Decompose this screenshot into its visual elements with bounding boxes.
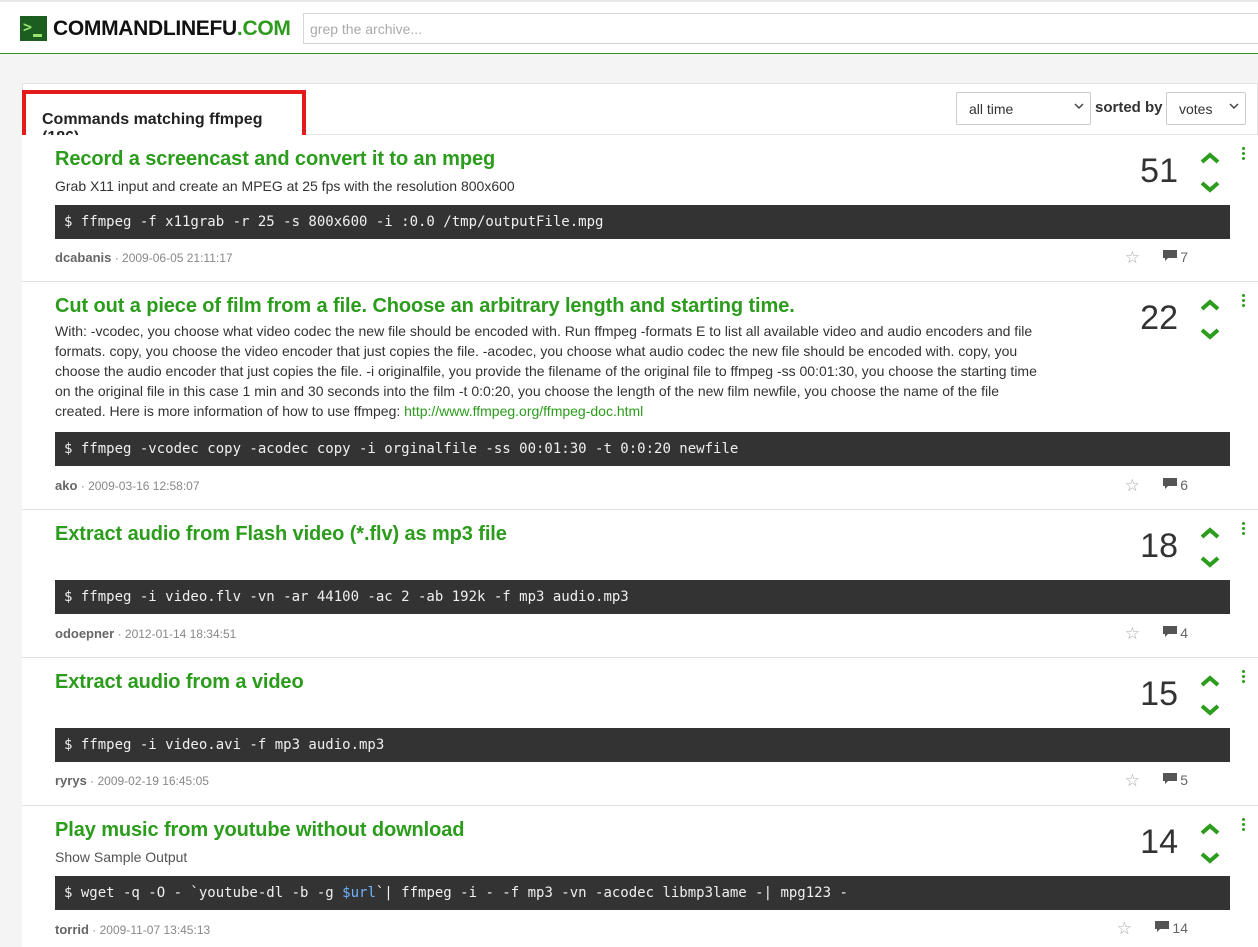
command-text: $ wget -q -O - `youtube-dl -b -g bbox=[64, 885, 343, 901]
entry-meta: ryrys · 2009-02-19 16:45:05 bbox=[55, 773, 209, 788]
command-entry: Play music from youtube without download… bbox=[22, 806, 1258, 947]
command-entry: Cut out a piece of film from a file. Cho… bbox=[22, 282, 1258, 510]
author-link[interactable]: dcabanis bbox=[55, 250, 111, 265]
star-icon[interactable]: ☆ bbox=[1125, 771, 1140, 791]
more-menu-icon[interactable] bbox=[1242, 147, 1246, 161]
time-filter-value: all time bbox=[969, 101, 1014, 117]
upvote-icon[interactable] bbox=[1199, 822, 1221, 836]
comment-icon bbox=[1162, 625, 1178, 641]
entry-date: · 2009-11-07 13:45:13 bbox=[92, 923, 211, 937]
star-icon[interactable]: ☆ bbox=[1125, 476, 1140, 496]
downvote-icon[interactable] bbox=[1199, 851, 1221, 865]
downvote-icon[interactable] bbox=[1199, 703, 1221, 717]
command-code[interactable]: $ ffmpeg -vcodec copy -acodec copy -i or… bbox=[55, 432, 1230, 466]
command-code[interactable]: $ wget -q -O - `youtube-dl -b -g $url`| … bbox=[55, 876, 1230, 910]
comment-icon bbox=[1154, 920, 1170, 936]
command-variable: $url bbox=[342, 885, 376, 901]
comment-count: 14 bbox=[1172, 920, 1188, 936]
vote-count: 18 bbox=[1140, 527, 1178, 565]
comment-icon bbox=[1162, 249, 1178, 265]
more-menu-icon[interactable] bbox=[1242, 294, 1246, 308]
entry-date: · 2009-06-05 21:11:17 bbox=[114, 251, 233, 265]
sort-select[interactable]: votes bbox=[1166, 92, 1246, 125]
star-icon[interactable]: ☆ bbox=[1125, 248, 1140, 268]
comment-count: 7 bbox=[1180, 249, 1188, 265]
more-menu-icon[interactable] bbox=[1242, 670, 1246, 684]
entry-title[interactable]: Play music from youtube without download bbox=[55, 819, 464, 842]
comment-count: 6 bbox=[1180, 477, 1188, 493]
sort-value: votes bbox=[1179, 101, 1213, 117]
entry-title[interactable]: Extract audio from Flash video (*.flv) a… bbox=[55, 523, 507, 546]
author-link[interactable]: ako bbox=[55, 478, 77, 493]
results-header: Commands matching ffmpeg (186) all time … bbox=[22, 84, 1257, 146]
comments-link[interactable]: 6 bbox=[1162, 477, 1188, 493]
entry-meta: ako · 2009-03-16 12:58:07 bbox=[55, 478, 200, 493]
command-entry: Extract audio from a video $ ffmpeg -i v… bbox=[22, 658, 1258, 806]
ffmpeg-doc-link[interactable]: http://www.ffmpeg.org/ffmpeg-doc.html bbox=[404, 403, 643, 419]
downvote-icon[interactable] bbox=[1199, 180, 1221, 194]
entry-title[interactable]: Record a screencast and convert it to an… bbox=[55, 148, 495, 171]
command-code[interactable]: $ ffmpeg -i video.avi -f mp3 audio.mp3 bbox=[55, 728, 1230, 762]
author-link[interactable]: ryrys bbox=[55, 773, 87, 788]
comment-icon bbox=[1162, 772, 1178, 788]
site-logo[interactable]: COMMANDLINEFU.COM bbox=[53, 17, 291, 41]
vote-count: 14 bbox=[1140, 823, 1178, 861]
command-code[interactable]: $ ffmpeg -i video.flv -vn -ar 44100 -ac … bbox=[55, 580, 1230, 614]
command-entry: Extract audio from Flash video (*.flv) a… bbox=[22, 510, 1258, 658]
upvote-icon[interactable] bbox=[1199, 151, 1221, 165]
entry-description: Grab X11 input and create an MPEG at 25 … bbox=[55, 178, 515, 194]
search-input[interactable] bbox=[303, 13, 1258, 44]
vote-count: 51 bbox=[1140, 152, 1178, 190]
star-icon[interactable]: ☆ bbox=[1125, 624, 1140, 644]
terminal-logo-icon[interactable]: > bbox=[20, 16, 47, 41]
more-menu-icon[interactable] bbox=[1242, 818, 1246, 832]
entry-meta: odoepner · 2012-01-14 18:34:51 bbox=[55, 626, 236, 641]
entry-date: · 2012-01-14 18:34:51 bbox=[117, 627, 237, 641]
more-menu-icon[interactable] bbox=[1242, 522, 1246, 536]
entry-date: · 2009-02-19 16:45:05 bbox=[90, 774, 209, 788]
comments-link[interactable]: 14 bbox=[1154, 920, 1188, 936]
time-filter-select[interactable]: all time bbox=[956, 92, 1091, 125]
entry-meta: dcabanis · 2009-06-05 21:11:17 bbox=[55, 250, 233, 265]
vote-count: 22 bbox=[1140, 299, 1178, 337]
top-bar: > COMMANDLINEFU.COM bbox=[0, 0, 1258, 54]
author-link[interactable]: odoepner bbox=[55, 626, 114, 641]
entry-date: · 2009-03-16 12:58:07 bbox=[80, 479, 200, 493]
command-text: `| ffmpeg -i - -f mp3 -vn -acodec libmp3… bbox=[375, 885, 848, 901]
chevron-down-icon bbox=[1074, 100, 1084, 114]
entry-meta: torrid · 2009-11-07 13:45:13 bbox=[55, 922, 210, 937]
star-icon[interactable]: ☆ bbox=[1117, 919, 1132, 939]
comment-icon bbox=[1162, 477, 1178, 493]
comments-link[interactable]: 7 bbox=[1162, 249, 1188, 265]
author-link[interactable]: torrid bbox=[55, 922, 89, 937]
command-entry: Record a screencast and convert it to an… bbox=[22, 135, 1258, 282]
show-sample-output-link[interactable]: Show Sample Output bbox=[55, 847, 1045, 867]
entry-description: With: -vcodec, you choose what video cod… bbox=[55, 321, 1045, 421]
comments-link[interactable]: 4 bbox=[1162, 625, 1188, 641]
entry-title[interactable]: Cut out a piece of film from a file. Cho… bbox=[55, 295, 795, 318]
vote-count: 15 bbox=[1140, 675, 1178, 713]
entry-title[interactable]: Extract audio from a video bbox=[55, 671, 304, 694]
sorted-by-label: sorted by bbox=[1095, 99, 1163, 116]
chevron-down-icon bbox=[1229, 100, 1239, 114]
results-heading: Commands matching ffmpeg (186) bbox=[22, 90, 306, 146]
command-code[interactable]: $ ffmpeg -f x11grab -r 25 -s 800x600 -i … bbox=[55, 205, 1230, 239]
upvote-icon[interactable] bbox=[1199, 526, 1221, 540]
upvote-icon[interactable] bbox=[1199, 298, 1221, 312]
downvote-icon[interactable] bbox=[1199, 327, 1221, 341]
downvote-icon[interactable] bbox=[1199, 555, 1221, 569]
upvote-icon[interactable] bbox=[1199, 674, 1221, 688]
comment-count: 4 bbox=[1180, 625, 1188, 641]
comment-count: 5 bbox=[1180, 772, 1188, 788]
comments-link[interactable]: 5 bbox=[1162, 772, 1188, 788]
